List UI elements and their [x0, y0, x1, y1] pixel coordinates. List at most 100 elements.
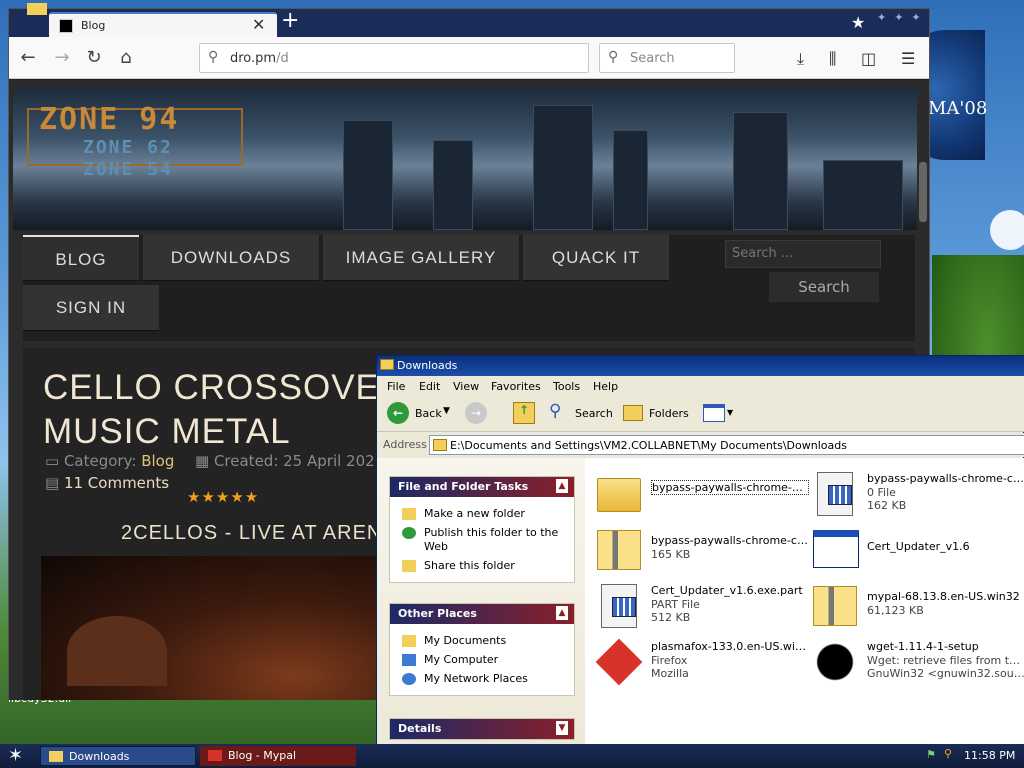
menu-blog[interactable]: BLOG [23, 235, 139, 281]
panel-details-header[interactable]: Details ▼ [390, 719, 574, 739]
rating-stars[interactable]: ★★★★★ [187, 488, 259, 506]
explorer-toolbar: ← Back ▼ → ↑ ⚲ Search Folders ▼ [377, 396, 1024, 432]
file-item[interactable]: Cert_Updater_v1.6 [807, 522, 1024, 580]
views-icon[interactable] [703, 404, 725, 422]
url-text[interactable]: dro.pm/d [230, 51, 289, 66]
clock[interactable]: 11:58 PM [964, 749, 1015, 762]
explorer-menubar: File Edit View Favorites Tools Help [377, 376, 1024, 396]
site-logo[interactable]: ZONE 94 [39, 102, 179, 137]
menu-view[interactable]: View [453, 380, 479, 393]
folder-icon: ▭ [45, 452, 64, 470]
post-comments[interactable]: ▤ 11 Comments [45, 474, 169, 492]
scrollbar-thumb[interactable] [919, 162, 927, 222]
favicon-icon [59, 19, 73, 33]
video-player[interactable] [41, 556, 401, 700]
window-controls[interactable]: ✦✦✦ [877, 11, 929, 24]
download-icon[interactable]: ⤓ [797, 49, 804, 69]
collapse-icon[interactable]: ▲ [556, 606, 568, 620]
search-icon[interactable]: ⚲ [549, 401, 561, 421]
folders-icon[interactable] [623, 405, 643, 421]
menu-image-gallery[interactable]: IMAGE GALLERY [323, 235, 519, 281]
menu-file[interactable]: File [387, 380, 405, 393]
new-tab-button[interactable]: + [281, 8, 299, 33]
back-button[interactable]: Back [415, 407, 442, 420]
explorer-titlebar[interactable]: Downloads [377, 356, 1024, 376]
explorer-title: Downloads [397, 359, 458, 372]
task-share[interactable]: Share this folder [390, 557, 574, 576]
library-icon[interactable]: ⫼ [829, 49, 836, 69]
post-created: ▦ Created: 25 April 2021 [195, 452, 385, 470]
menu-help[interactable]: Help [593, 380, 618, 393]
folders-button[interactable]: Folders [649, 407, 689, 420]
place-my-network[interactable]: My Network Places [390, 670, 574, 689]
collapse-icon[interactable]: ▲ [556, 479, 568, 493]
network-icon[interactable]: ⚑ [926, 748, 936, 761]
panel-other-places-header[interactable]: Other Places ▲ [390, 604, 574, 624]
star-icon: ★ [851, 13, 866, 32]
place-my-computer[interactable]: My Computer [390, 651, 574, 670]
zip-folder-icon [813, 586, 857, 626]
gnu-icon [813, 640, 857, 684]
home-button[interactable]: ⌂ [113, 45, 139, 71]
taskbar-item-browser[interactable]: Blog - Mypal [200, 746, 356, 766]
wallpaper-cloud [990, 210, 1024, 250]
start-button[interactable]: ✶ [8, 745, 23, 766]
video-title: 2CELLOS - LIVE AT ARENA D [121, 522, 418, 544]
menu-downloads[interactable]: DOWNLOADS [143, 235, 319, 281]
file-item[interactable]: plasmafox-133.0.en-US.win32... Firefox M… [591, 634, 811, 692]
address-label: Address [383, 438, 427, 451]
address-bar: Address E:\Documents and Settings\VM2.CO… [377, 433, 1024, 457]
up-folder-icon[interactable]: ↑ [513, 402, 535, 424]
search-icon[interactable]: ⚲ [944, 747, 952, 760]
category-link[interactable]: Blog [141, 452, 174, 470]
file-item[interactable]: bypass-paywalls-chrome-clea... 165 KB [591, 522, 811, 580]
tab-blog[interactable]: Blog ✕ [49, 12, 277, 37]
expand-icon[interactable]: ▼ [556, 721, 568, 735]
address-field[interactable]: E:\Documents and Settings\VM2.COLLABNET\… [429, 435, 1024, 455]
task-new-folder[interactable]: Make a new folder [390, 505, 574, 524]
menu-quack-it[interactable]: QUACK IT [523, 235, 669, 281]
panel-other-places: Other Places ▲ My Documents My Computer M… [389, 603, 575, 696]
taskbar: ✶ Downloads Blog - Mypal ⚑ ⚲ 11:58 PM [0, 744, 1024, 768]
file-item[interactable]: bypass-paywalls-chrome-clea... [591, 466, 811, 524]
tab-bar: Blog ✕ + ★ ✦✦✦ [9, 3, 929, 37]
panel-file-tasks-header[interactable]: File and Folder Tasks ▲ [390, 477, 574, 497]
forward-button[interactable]: → [49, 45, 75, 71]
sidebar-icon[interactable]: ◫ [861, 49, 876, 68]
tab-title: Blog [81, 19, 106, 32]
url-bar[interactable]: ⚲ dro.pm/d [199, 43, 589, 73]
file-item[interactable]: wget-1.11.4-1-setup Wget: retrieve files… [807, 634, 1024, 692]
reload-button[interactable]: ↻ [81, 45, 107, 71]
file-item[interactable]: bypass-paywalls-chrome-clea... 0 File 16… [807, 466, 1024, 524]
file-item[interactable]: mypal-68.13.8.en-US.win32 61,123 KB [807, 578, 1024, 636]
folder-icon [27, 3, 47, 15]
system-tray: ⚑ ⚲ 11:58 PM [920, 746, 1024, 766]
search-box[interactable]: ⚲ Search [599, 43, 735, 73]
menu-edit[interactable]: Edit [419, 380, 440, 393]
site-search-input[interactable]: Search ... [725, 240, 881, 268]
chevron-down-icon[interactable]: ▼ [727, 408, 733, 417]
menu-icon[interactable]: ☰ [901, 49, 915, 68]
task-publish[interactable]: Publish this folder to the Web [390, 524, 574, 557]
task-pane: File and Folder Tasks ▲ Make a new folder… [377, 458, 585, 746]
menu-sign-in[interactable]: SIGN IN [23, 285, 159, 331]
file-item[interactable]: Cert_Updater_v1.6.exe.part PART File 512… [591, 578, 811, 636]
share-folder-icon [402, 560, 416, 572]
place-my-documents[interactable]: My Documents [390, 632, 574, 651]
application-icon [813, 530, 859, 568]
taskbar-item-downloads[interactable]: Downloads [40, 746, 196, 766]
arena-image [67, 616, 167, 686]
close-icon[interactable]: ✕ [252, 15, 265, 34]
menu-tools[interactable]: Tools [553, 380, 580, 393]
menu-favorites[interactable]: Favorites [491, 380, 541, 393]
back-button[interactable]: ← [15, 45, 41, 71]
chevron-down-icon[interactable]: ▼ [443, 406, 450, 416]
address-text[interactable]: E:\Documents and Settings\VM2.COLLABNET\… [450, 439, 847, 452]
search-icon: ⚲ [208, 49, 219, 65]
search-button[interactable]: Search [575, 407, 613, 420]
logo-sub-2: ZONE 54 [83, 159, 173, 180]
back-arrow-icon[interactable]: ← [387, 402, 409, 424]
site-search-button[interactable]: Search [769, 272, 879, 302]
forward-arrow-icon[interactable]: → [465, 402, 487, 424]
comment-icon: ▤ [45, 474, 64, 492]
